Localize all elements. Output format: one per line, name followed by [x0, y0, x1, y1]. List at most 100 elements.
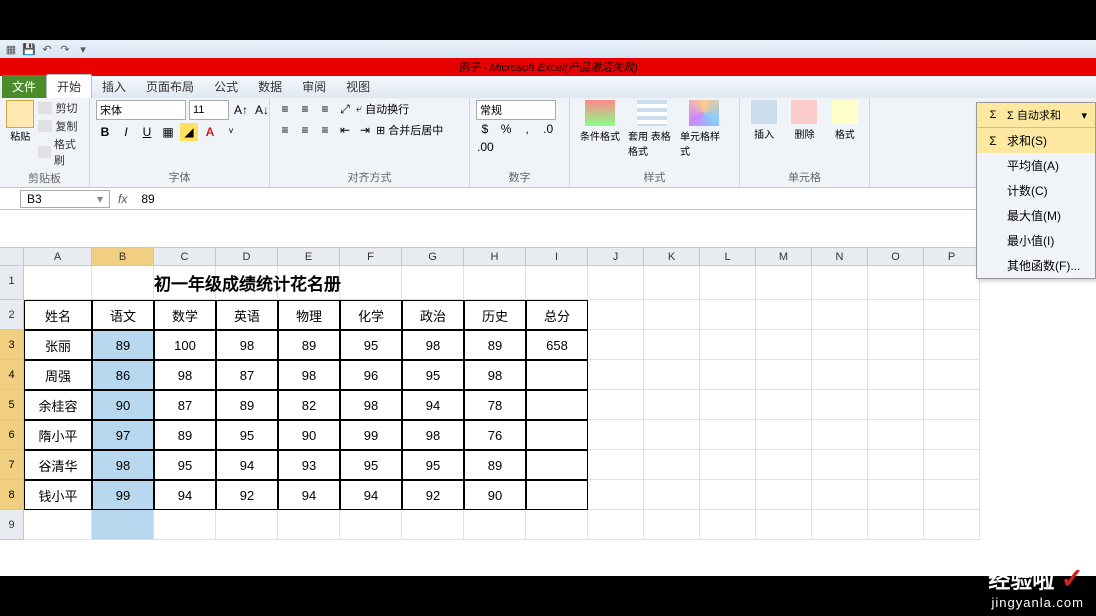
- italic-button[interactable]: I: [117, 123, 135, 141]
- row-header-9[interactable]: 9: [0, 510, 24, 540]
- cell-F4[interactable]: 96: [340, 360, 402, 390]
- cell-J3[interactable]: [588, 330, 644, 360]
- cell-F8[interactable]: 94: [340, 480, 402, 510]
- cell-H6[interactable]: 76: [464, 420, 526, 450]
- name-box[interactable]: B3▾: [20, 190, 110, 208]
- indent-dec-icon[interactable]: ⇤: [336, 121, 354, 139]
- cell-N2[interactable]: [812, 300, 868, 330]
- border-icon[interactable]: ▦: [159, 123, 177, 141]
- cell-H4[interactable]: 98: [464, 360, 526, 390]
- align-bottom-icon[interactable]: ≡: [316, 100, 334, 118]
- cell-G5[interactable]: 94: [402, 390, 464, 420]
- cell-A7[interactable]: 谷清华: [24, 450, 92, 480]
- cell-D6[interactable]: 95: [216, 420, 278, 450]
- cell-B8[interactable]: 99: [92, 480, 154, 510]
- paste-button[interactable]: 粘贴: [6, 100, 34, 150]
- cell-M7[interactable]: [756, 450, 812, 480]
- cell-D9[interactable]: [216, 510, 278, 540]
- cell-A5[interactable]: 余桂容: [24, 390, 92, 420]
- dec-decimal-icon[interactable]: .00: [476, 138, 495, 156]
- underline-button[interactable]: U: [138, 123, 156, 141]
- tab-home[interactable]: 开始: [46, 74, 92, 98]
- cell-L4[interactable]: [700, 360, 756, 390]
- column-header-D[interactable]: D: [216, 248, 278, 266]
- cell-E4[interactable]: 98: [278, 360, 340, 390]
- cell-G4[interactable]: 95: [402, 360, 464, 390]
- cell-O3[interactable]: [868, 330, 924, 360]
- cell-N3[interactable]: [812, 330, 868, 360]
- tab-view[interactable]: 视图: [336, 75, 380, 98]
- cell-E6[interactable]: 90: [278, 420, 340, 450]
- indent-inc-icon[interactable]: ⇥: [356, 121, 374, 139]
- cell-A9[interactable]: [24, 510, 92, 540]
- cell-N8[interactable]: [812, 480, 868, 510]
- cell-G7[interactable]: 95: [402, 450, 464, 480]
- cell-P3[interactable]: [924, 330, 980, 360]
- cell-D2[interactable]: 英语: [216, 300, 278, 330]
- insert-cell-button[interactable]: 插入: [746, 100, 782, 141]
- cell-E7[interactable]: 93: [278, 450, 340, 480]
- cell-O5[interactable]: [868, 390, 924, 420]
- cell-L3[interactable]: [700, 330, 756, 360]
- cell-J7[interactable]: [588, 450, 644, 480]
- cell-O2[interactable]: [868, 300, 924, 330]
- column-header-P[interactable]: P: [924, 248, 980, 266]
- cell-K2[interactable]: [644, 300, 700, 330]
- save-icon[interactable]: 💾: [22, 42, 36, 56]
- cell-C2[interactable]: 数学: [154, 300, 216, 330]
- row-header-2[interactable]: 2: [0, 300, 24, 330]
- cell-E3[interactable]: 89: [278, 330, 340, 360]
- column-header-H[interactable]: H: [464, 248, 526, 266]
- cell-F2[interactable]: 化学: [340, 300, 402, 330]
- cell-C5[interactable]: 87: [154, 390, 216, 420]
- merge-center-button[interactable]: ⊞合并后居中: [376, 122, 443, 138]
- cell-M1[interactable]: [756, 266, 812, 300]
- cell-G8[interactable]: 92: [402, 480, 464, 510]
- cell-G6[interactable]: 98: [402, 420, 464, 450]
- cell-B7[interactable]: 98: [92, 450, 154, 480]
- menu-average[interactable]: 平均值(A): [977, 153, 1095, 178]
- cell-P4[interactable]: [924, 360, 980, 390]
- cell-D8[interactable]: 92: [216, 480, 278, 510]
- cell-A1[interactable]: [24, 266, 92, 300]
- cell-G1[interactable]: [402, 266, 464, 300]
- cell-N1[interactable]: [812, 266, 868, 300]
- cell-J2[interactable]: [588, 300, 644, 330]
- cell-I3[interactable]: 658: [526, 330, 588, 360]
- cell-K3[interactable]: [644, 330, 700, 360]
- row-header-5[interactable]: 5: [0, 390, 24, 420]
- cell-C4[interactable]: 98: [154, 360, 216, 390]
- cell-O4[interactable]: [868, 360, 924, 390]
- cell-P2[interactable]: [924, 300, 980, 330]
- cell-I6[interactable]: [526, 420, 588, 450]
- cell-L2[interactable]: [700, 300, 756, 330]
- cell-D5[interactable]: 89: [216, 390, 278, 420]
- cell-I7[interactable]: [526, 450, 588, 480]
- cell-G3[interactable]: 98: [402, 330, 464, 360]
- cell-E8[interactable]: 94: [278, 480, 340, 510]
- wrap-text-button[interactable]: ⤶自动换行: [356, 101, 409, 117]
- format-table-button[interactable]: 套用 表格格式: [628, 100, 676, 158]
- cell-L7[interactable]: [700, 450, 756, 480]
- undo-icon[interactable]: ↶: [40, 42, 54, 56]
- cells-area[interactable]: 初一年级成绩统计花名册姓名语文数学英语物理化学政治历史总分张丽891009889…: [24, 266, 980, 540]
- column-header-G[interactable]: G: [402, 248, 464, 266]
- cell-L9[interactable]: [700, 510, 756, 540]
- cell-K7[interactable]: [644, 450, 700, 480]
- tab-insert[interactable]: 插入: [92, 75, 136, 98]
- grow-font-icon[interactable]: A↑: [232, 101, 250, 119]
- cell-M6[interactable]: [756, 420, 812, 450]
- cell-P5[interactable]: [924, 390, 980, 420]
- cell-H2[interactable]: 历史: [464, 300, 526, 330]
- cell-C7[interactable]: 95: [154, 450, 216, 480]
- shrink-font-icon[interactable]: A↓: [253, 101, 271, 119]
- number-format-select[interactable]: [476, 100, 556, 120]
- cell-M9[interactable]: [756, 510, 812, 540]
- column-header-L[interactable]: L: [700, 248, 756, 266]
- cell-E9[interactable]: [278, 510, 340, 540]
- cell-I5[interactable]: [526, 390, 588, 420]
- cell-C1[interactable]: 初一年级成绩统计花名册: [154, 266, 216, 300]
- cell-J9[interactable]: [588, 510, 644, 540]
- font-color-icon[interactable]: A: [201, 123, 219, 141]
- cell-A2[interactable]: 姓名: [24, 300, 92, 330]
